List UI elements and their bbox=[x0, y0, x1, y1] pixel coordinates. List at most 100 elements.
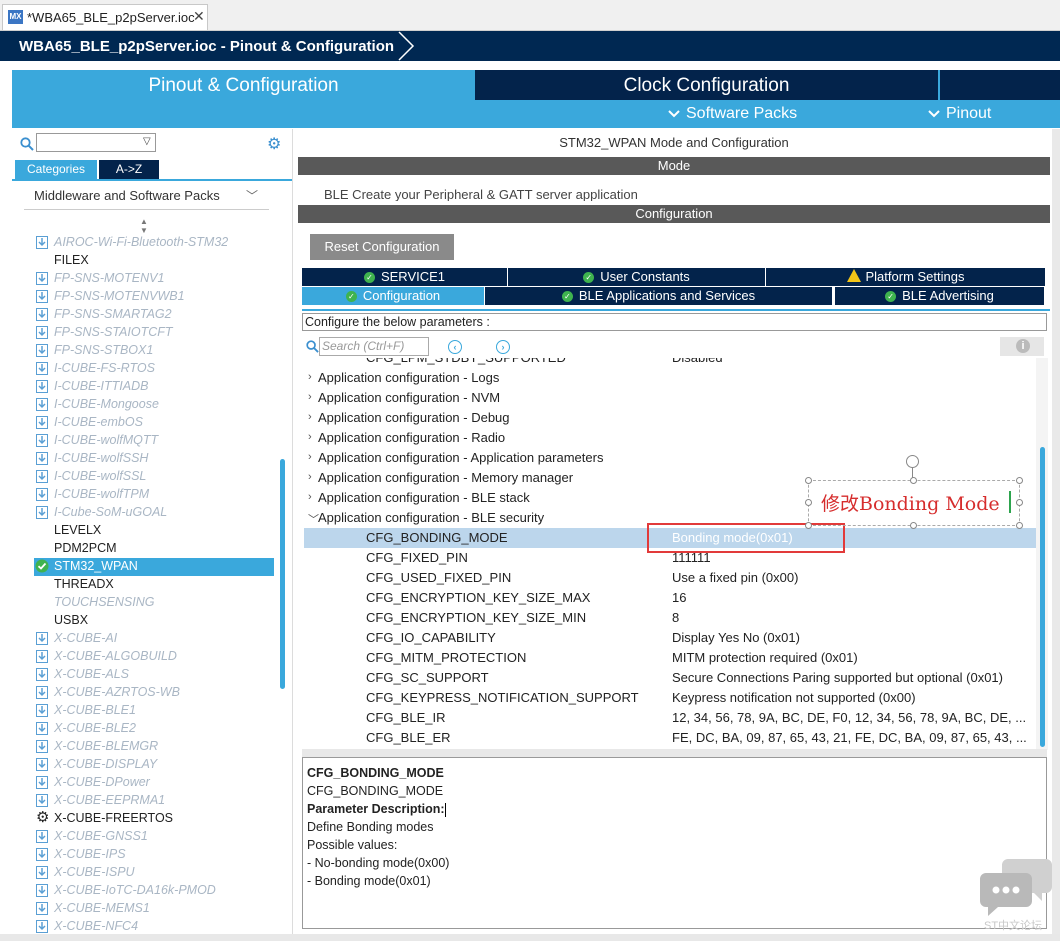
annotation-textbox[interactable]: 修改Bonding Mode bbox=[808, 480, 1020, 526]
chevron-right-icon[interactable]: › bbox=[308, 451, 312, 463]
scrollbar[interactable] bbox=[280, 459, 285, 689]
file-tab[interactable]: MX *WBA65_BLE_p2pServer.ioc ✕ bbox=[2, 4, 208, 30]
close-icon[interactable]: ✕ bbox=[193, 8, 205, 25]
component-item[interactable]: FP-SNS-MOTENV1 bbox=[34, 270, 274, 288]
component-item[interactable]: I-CUBE-wolfSSL bbox=[34, 468, 274, 486]
component-item[interactable]: I-CUBE-wolfTPM bbox=[34, 486, 274, 504]
search-next-icon[interactable]: › bbox=[496, 340, 510, 354]
pinout-menu[interactable]: Pinout bbox=[928, 105, 991, 123]
parameter-value[interactable]: 12, 34, 56, 78, 9A, BC, DE, F0, 12, 34, … bbox=[672, 710, 1026, 725]
chevron-right-icon[interactable]: › bbox=[308, 491, 312, 503]
component-item[interactable]: X-CUBE-AZRTOS-WB bbox=[34, 684, 274, 702]
parameter-value[interactable]: 16 bbox=[672, 590, 686, 605]
resize-handle[interactable] bbox=[805, 522, 812, 529]
component-item[interactable]: STM32_WPAN bbox=[34, 558, 274, 576]
parameter-search-input[interactable]: Search (Ctrl+F) bbox=[319, 337, 429, 356]
component-item[interactable]: I-CUBE-ITTIADB bbox=[34, 378, 274, 396]
component-item[interactable]: X-CUBE-BLE2 bbox=[34, 720, 274, 738]
reset-configuration-button[interactable]: Reset Configuration bbox=[310, 234, 454, 260]
component-item[interactable]: X-CUBE-ALGOBUILD bbox=[34, 648, 274, 666]
splitter[interactable] bbox=[302, 749, 1047, 757]
component-item[interactable]: FP-SNS-STAIOTCFT bbox=[34, 324, 274, 342]
tab-a-to-z[interactable]: A->Z bbox=[99, 160, 159, 179]
parameter-group[interactable]: › Application configuration - Radio bbox=[304, 428, 1036, 448]
tab-categories[interactable]: Categories bbox=[15, 160, 97, 179]
tab-pinout-configuration[interactable]: Pinout & Configuration bbox=[12, 70, 475, 100]
scroll-up-icon[interactable]: ▲ ▼ bbox=[140, 217, 148, 235]
parameter-value[interactable]: FE, DC, BA, 09, 87, 65, 43, 21, FE, DC, … bbox=[672, 730, 1027, 745]
search-icon[interactable] bbox=[20, 137, 34, 151]
annotation-rotate-handle[interactable] bbox=[906, 455, 919, 468]
component-item[interactable]: X-CUBE-DISPLAY bbox=[34, 756, 274, 774]
chevron-right-icon[interactable]: › bbox=[308, 371, 312, 383]
component-item[interactable]: X-CUBE-ISPU bbox=[34, 864, 274, 882]
parameter-group[interactable]: › Application configuration - Logs bbox=[304, 368, 1036, 388]
parameter-group[interactable]: › Application configuration - Debug bbox=[304, 408, 1036, 428]
component-item[interactable]: I-Cube-SoM-uGOAL bbox=[34, 504, 274, 522]
chevron-right-icon[interactable]: › bbox=[308, 391, 312, 403]
tab-clock-configuration[interactable]: Clock Configuration bbox=[475, 70, 938, 100]
parameter-value[interactable]: Secure Connections Paring supported but … bbox=[672, 670, 1003, 685]
resize-handle[interactable] bbox=[805, 499, 812, 506]
component-item[interactable]: X-CUBE-BLEMGR bbox=[34, 738, 274, 756]
component-item[interactable]: PDM2PCM bbox=[34, 540, 274, 558]
resize-handle[interactable] bbox=[910, 477, 917, 484]
info-button[interactable]: i bbox=[1000, 337, 1044, 356]
scrollbar[interactable] bbox=[1040, 447, 1045, 747]
parameter-value[interactable]: 8 bbox=[672, 610, 679, 625]
component-item[interactable]: X-CUBE-IPS bbox=[34, 846, 274, 864]
chevron-right-icon[interactable]: › bbox=[308, 431, 312, 443]
config-tab[interactable]: ✓ User Constants bbox=[508, 268, 766, 286]
component-item[interactable]: I-CUBE-embOS bbox=[34, 414, 274, 432]
parameter-row[interactable]: CFG_ENCRYPTION_KEY_SIZE_MIN 8 bbox=[304, 608, 1036, 628]
component-item[interactable]: I-CUBE-FS-RTOS bbox=[34, 360, 274, 378]
component-item[interactable]: I-CUBE-wolfMQTT bbox=[34, 432, 274, 450]
parameter-row[interactable]: CFG_KEYPRESS_NOTIFICATION_SUPPORT Keypres… bbox=[304, 688, 1036, 708]
config-tab[interactable]: Platform Settings bbox=[766, 268, 1046, 286]
resize-handle[interactable] bbox=[805, 477, 812, 484]
component-item[interactable]: X-CUBE-DPower bbox=[34, 774, 274, 792]
component-item[interactable]: FP-SNS-MOTENVWB1 bbox=[34, 288, 274, 306]
parameter-value[interactable]: Keypress notification not supported (0x0… bbox=[672, 690, 916, 705]
resize-handle[interactable] bbox=[1016, 477, 1023, 484]
parameter-group[interactable]: › Application configuration - Application… bbox=[304, 448, 1036, 468]
ble-mode-select[interactable]: BLE Create your Peripheral & GATT server… bbox=[324, 187, 1014, 201]
config-tab[interactable]: ✓ SERVICE1 bbox=[302, 268, 508, 286]
component-item[interactable]: X-CUBE-MEMS1 bbox=[34, 900, 274, 918]
component-item[interactable]: AIROC-Wi-Fi-Bluetooth-STM32 bbox=[34, 234, 274, 252]
component-item[interactable]: TOUCHSENSING bbox=[34, 594, 274, 612]
component-item[interactable]: FILEX bbox=[34, 252, 274, 270]
search-icon[interactable] bbox=[306, 340, 319, 353]
config-tab[interactable]: ✓ BLE Applications and Services bbox=[485, 287, 833, 305]
component-item[interactable]: X-CUBE-GNSS1 bbox=[34, 828, 274, 846]
component-item[interactable]: X-CUBE-EEPRMA1 bbox=[34, 792, 274, 810]
config-tab[interactable]: ✓ Configuration bbox=[302, 287, 485, 305]
parameter-row[interactable]: CFG_LPM_STDBY_SUPPORTED Disabled bbox=[304, 358, 1036, 368]
component-item[interactable]: USBX bbox=[34, 612, 274, 630]
parameter-row[interactable]: CFG_USED_FIXED_PIN Use a fixed pin (0x00) bbox=[304, 568, 1036, 588]
component-item[interactable]: I-CUBE-wolfSSH bbox=[34, 450, 274, 468]
component-item[interactable]: FP-SNS-SMARTAG2 bbox=[34, 306, 274, 324]
resize-handle[interactable] bbox=[910, 522, 917, 529]
component-item[interactable]: ⚙ X-CUBE-FREERTOS bbox=[34, 810, 274, 828]
component-item[interactable]: FP-SNS-STBOX1 bbox=[34, 342, 274, 360]
parameter-row[interactable]: CFG_BLE_ER FE, DC, BA, 09, 87, 65, 43, 21… bbox=[304, 728, 1036, 748]
component-item[interactable]: LEVELX bbox=[34, 522, 274, 540]
breadcrumb-label[interactable]: WBA65_BLE_p2pServer.ioc - Pinout & Confi… bbox=[19, 38, 394, 55]
parameter-value[interactable]: Use a fixed pin (0x00) bbox=[672, 570, 798, 585]
parameter-row[interactable]: CFG_BLE_IR 12, 34, 56, 78, 9A, BC, DE, F0… bbox=[304, 708, 1036, 728]
resize-handle[interactable] bbox=[1016, 499, 1023, 506]
parameter-group[interactable]: › Application configuration - NVM bbox=[304, 388, 1036, 408]
parameter-row[interactable]: CFG_IO_CAPABILITY Display Yes No (0x01) bbox=[304, 628, 1036, 648]
resize-handle[interactable] bbox=[1016, 522, 1023, 529]
component-item[interactable]: X-CUBE-AI bbox=[34, 630, 274, 648]
config-tab[interactable]: ✓ BLE Advertising bbox=[835, 287, 1045, 305]
chevron-right-icon[interactable]: › bbox=[308, 471, 312, 483]
chevron-right-icon[interactable]: › bbox=[308, 411, 312, 423]
parameter-row[interactable]: CFG_MITM_PROTECTION MITM protection requi… bbox=[304, 648, 1036, 668]
parameter-row[interactable]: CFG_ENCRYPTION_KEY_SIZE_MAX 16 bbox=[304, 588, 1036, 608]
search-previous-icon[interactable]: ‹ bbox=[448, 340, 462, 354]
component-item[interactable]: I-CUBE-Mongoose bbox=[34, 396, 274, 414]
category-search-combo[interactable]: ▽ bbox=[36, 133, 156, 152]
software-packs-menu[interactable]: Software Packs bbox=[668, 105, 797, 123]
